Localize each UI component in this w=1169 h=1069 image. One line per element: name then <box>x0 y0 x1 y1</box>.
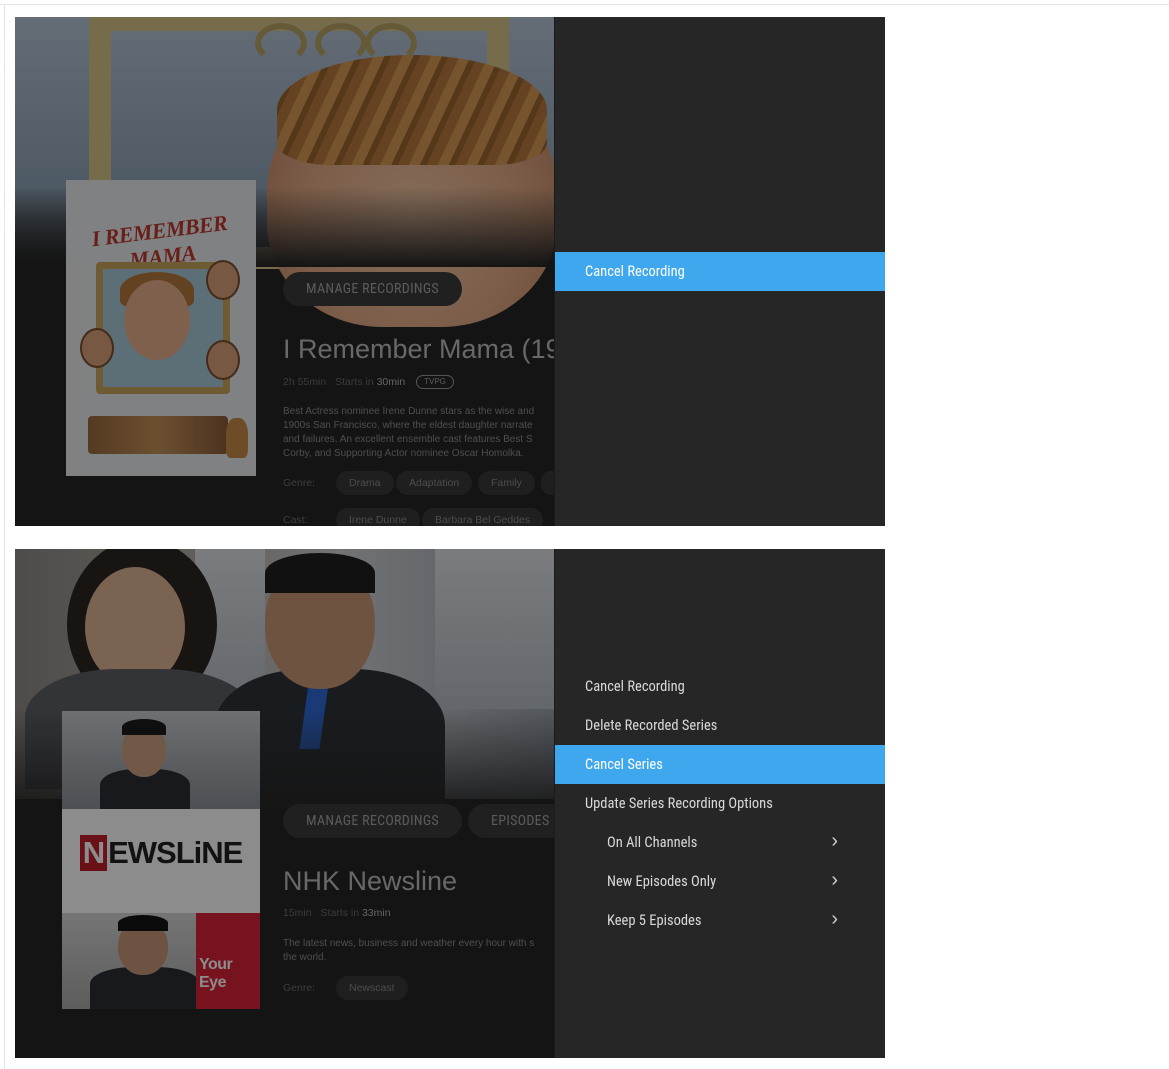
option-label: New Episodes Only <box>607 873 717 890</box>
cast-label: Cast: <box>283 514 308 526</box>
program-title: NHK Newsline <box>283 866 458 896</box>
program-details: N EWSLiNE Your Eye MANAGE RECORDINGS EPIS… <box>15 549 554 1058</box>
recording-screen-series: N EWSLiNE Your Eye MANAGE RECORDINGS EPIS… <box>15 549 885 1058</box>
chevron-right-icon: › <box>831 830 838 852</box>
keep-episodes-option[interactable]: Keep 5 Episodes › <box>555 901 885 940</box>
genre-chip[interactable]: Adaptation <box>396 471 473 495</box>
backdrop-window <box>435 549 554 709</box>
backdrop-anchor-hair <box>265 553 375 593</box>
poster-cast-face <box>206 340 240 380</box>
poster-cast-face <box>206 260 240 300</box>
genre-chip[interactable]: Drama <box>336 471 394 495</box>
chevron-right-icon: › <box>831 908 838 930</box>
rating-badge: TVPG <box>416 375 454 389</box>
program-title: I Remember Mama (194 <box>283 334 554 364</box>
backdrop-braid <box>277 55 547 165</box>
description-line: the world. <box>283 952 327 963</box>
genre-chip-overflow[interactable] <box>541 471 554 495</box>
cast-chip[interactable]: Barbara Bel Geddes <box>422 508 544 526</box>
cancel-recording-option[interactable]: Cancel Recording <box>555 667 885 706</box>
program-description: Best Actress nominee Irene Dunne stars a… <box>283 405 554 461</box>
description-line: The latest news, business and weather ev… <box>283 938 535 949</box>
program-details: I REMEMBER MAMA MANAGE RECORDINGS I Reme… <box>15 17 554 526</box>
poster-red-text: Your Eye <box>199 956 233 991</box>
update-series-options[interactable]: Update Series Recording Options <box>555 784 885 823</box>
duration: 15min <box>283 907 312 919</box>
genre-chip[interactable]: Family <box>478 471 535 495</box>
genre-label: Genre: <box>283 477 316 489</box>
manage-recordings-button[interactable]: MANAGE RECORDINGS <box>283 804 462 838</box>
program-description: The latest news, business and weather ev… <box>283 937 554 965</box>
poster-cat <box>226 418 248 458</box>
description-line: Corby, and Supporting Actor nominee Osca… <box>283 448 524 459</box>
cancel-recording-option[interactable]: Cancel Recording <box>555 252 885 291</box>
chevron-right-icon: › <box>831 869 838 891</box>
description-line: 1900s San Francisco, where the eldest da… <box>283 420 533 431</box>
starts-label: Starts in <box>335 376 374 388</box>
poster-face <box>124 280 190 360</box>
series-recording-options-menu: Cancel Recording Delete Recorded Series … <box>554 549 885 1058</box>
genre-label: Genre: <box>283 982 316 994</box>
left-divider <box>4 4 5 1069</box>
poster-cast-face <box>80 328 114 368</box>
recording-options-menu: Cancel Recording <box>554 17 885 526</box>
poster-anchor-hair <box>122 719 166 735</box>
poster-truck <box>88 416 228 454</box>
on-all-channels-option[interactable]: On All Channels › <box>555 823 885 862</box>
episodes-button[interactable]: EPISODES <box>468 804 554 838</box>
duration: 2h 55min <box>283 376 327 388</box>
new-episodes-only-option[interactable]: New Episodes Only › <box>555 862 885 901</box>
program-meta: 2h 55min Starts in 30min TVPG <box>283 375 454 389</box>
starts-value: 33min <box>361 907 391 919</box>
newsline-logo: N EWSLiNE <box>62 835 260 871</box>
recording-screen-movie: I REMEMBER MAMA MANAGE RECORDINGS I Reme… <box>15 17 885 526</box>
frame-ornament <box>315 23 367 63</box>
starts-label: Starts in <box>320 907 360 919</box>
program-meta: 15min Starts in 33min <box>283 907 391 919</box>
top-divider <box>0 4 1169 5</box>
description-line: and failures. An excellent ensemble cast… <box>283 434 533 445</box>
description-line: Best Actress nominee Irene Dunne stars a… <box>283 406 535 417</box>
logo-text: EWSLiNE <box>108 835 243 870</box>
genre-chip[interactable]: Newscast <box>336 976 408 1000</box>
delete-recorded-series-option[interactable]: Delete Recorded Series <box>555 706 885 745</box>
starts-value: 30min <box>376 376 406 388</box>
cast-chip[interactable]: Irene Dunne <box>336 508 420 526</box>
poster-anchor-hair <box>118 915 168 931</box>
frame-ornament <box>255 23 307 63</box>
cancel-series-option[interactable]: Cancel Series <box>555 745 885 784</box>
logo-initial: N <box>79 835 108 871</box>
program-poster: N EWSLiNE Your Eye <box>62 711 260 1009</box>
program-poster: I REMEMBER MAMA <box>66 180 256 476</box>
option-label: Keep 5 Episodes <box>607 912 702 929</box>
manage-recordings-button[interactable]: MANAGE RECORDINGS <box>283 272 462 306</box>
option-label: On All Channels <box>607 834 698 851</box>
